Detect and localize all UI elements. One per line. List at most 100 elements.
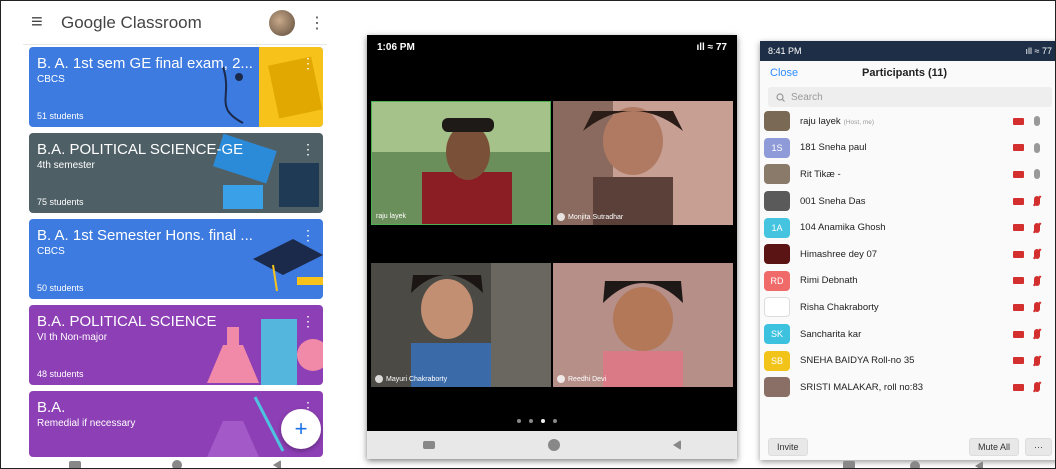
participant-video: [371, 263, 551, 387]
participant-name-cell: Rimi Debnath: [800, 275, 1013, 286]
participants-title: Participants (11): [862, 67, 947, 79]
participant-row[interactable]: 001 Sneha Das: [760, 188, 1055, 215]
card-more-icon[interactable]: ⋮: [301, 227, 315, 244]
class-card[interactable]: B.A. Remedial if necessary ⋮: [29, 391, 323, 457]
page-dot[interactable]: [517, 419, 521, 423]
account-avatar[interactable]: [269, 9, 295, 36]
video-off-icon: [1013, 144, 1024, 152]
video-tile[interactable]: Mayuri Chakraborty: [371, 263, 551, 387]
status-indicators: ıll ≈ 77: [1025, 46, 1052, 56]
participant-row[interactable]: SRISTI MALAKAR, roll no:83: [760, 374, 1055, 401]
page-dot[interactable]: [529, 419, 533, 423]
video-off-icon: [1013, 357, 1024, 365]
home-icon[interactable]: [547, 439, 560, 451]
recent-apps-icon[interactable]: [423, 441, 436, 449]
close-button[interactable]: Close: [770, 67, 862, 79]
video-tile[interactable]: Monjita Sutradhar: [553, 101, 733, 225]
mic-muted-icon: [1034, 329, 1040, 340]
class-card[interactable]: B. A. 1st sem GE final exam, 2... CBCS 5…: [29, 47, 323, 127]
class-title: B. A. 1st Semester Hons. final ...: [37, 227, 253, 244]
participant-name: Himashree dey 07: [800, 248, 878, 260]
participant-avatar: RD: [764, 270, 790, 291]
participant-row[interactable]: RD Rimi Debnath: [760, 268, 1055, 295]
mic-muted-icon: [1034, 222, 1040, 233]
video-off-icon: [1013, 250, 1024, 258]
page-dot[interactable]: [553, 419, 557, 423]
app-title: Google Classroom: [61, 12, 202, 32]
recent-apps-icon[interactable]: [68, 460, 81, 468]
classroom-app-bar: ≡ Google Classroom ⋮: [23, 1, 327, 45]
mic-muted-icon: [1034, 382, 1040, 393]
android-nav-bar: [843, 461, 983, 468]
search-input[interactable]: Search: [768, 87, 1052, 107]
page-dot-active[interactable]: [541, 419, 545, 423]
video-tile[interactable]: raju layek: [371, 101, 551, 225]
more-options-icon[interactable]: ⋮: [309, 13, 325, 33]
participant-status-icons: [1013, 302, 1055, 313]
class-card[interactable]: B.A. POLITICAL SCIENCE VI th Non-major 4…: [29, 305, 323, 385]
card-more-icon[interactable]: ⋮: [301, 141, 315, 158]
participant-row[interactable]: 1A 104 Anamika Ghosh: [760, 214, 1055, 241]
participant-row[interactable]: Rit Tikæ -: [760, 161, 1055, 188]
video-off-icon: [1013, 197, 1024, 205]
mic-icon: [1034, 142, 1040, 153]
status-indicators: ıll ≈ 77: [696, 41, 727, 53]
class-title: B.A.: [37, 399, 66, 416]
participant-row[interactable]: SB SNEHA BAIDYA Roll-no 35: [760, 347, 1055, 374]
participant-name-cell: 104 Anamika Ghosh: [800, 222, 1013, 233]
class-section: CBCS: [37, 74, 65, 85]
android-nav-bar: [367, 431, 737, 459]
participant-row[interactable]: Risha Chakraborty: [760, 294, 1055, 321]
participant-row[interactable]: raju layek (Host, me): [760, 108, 1055, 135]
participants-footer: Invite Mute All ···: [760, 434, 1055, 460]
home-icon[interactable]: [910, 461, 920, 468]
participant-row[interactable]: 1S 181 Sneha paul: [760, 135, 1055, 162]
status-time: 8:41 PM: [768, 46, 802, 56]
participant-name: 181 Sneha paul: [800, 142, 867, 154]
back-icon[interactable]: [273, 459, 282, 468]
mic-muted-icon: [1034, 196, 1040, 207]
hamburger-menu-icon[interactable]: ≡: [31, 11, 61, 34]
class-student-count: 75 students: [37, 197, 84, 207]
recent-apps-icon[interactable]: [843, 461, 855, 468]
mute-all-button[interactable]: Mute All: [968, 438, 1019, 456]
participant-name-label: Mayuri Chakraborty: [375, 375, 447, 383]
participants-list: raju layek (Host, me) 1S 181 Sneha paul Rit …: [760, 108, 1055, 401]
class-title: B.A. POLITICAL SCIENCE: [37, 313, 217, 330]
participant-row[interactable]: SK Sancharita kar: [760, 321, 1055, 348]
card-more-icon[interactable]: ⋮: [301, 313, 315, 330]
back-icon[interactable]: [975, 461, 983, 468]
status-time: 1:06 PM: [377, 41, 415, 53]
participant-status-icons: [1013, 169, 1055, 180]
mic-muted-icon: [1034, 355, 1040, 366]
class-section: Remedial if necessary: [37, 418, 136, 429]
participant-avatar: [764, 191, 790, 212]
video-off-icon: [1013, 277, 1024, 285]
class-card[interactable]: B.A. POLITICAL SCIENCE-GE 4th semester 7…: [29, 133, 323, 213]
card-more-icon[interactable]: ⋮: [301, 55, 315, 72]
more-button[interactable]: ···: [1025, 438, 1052, 456]
participant-row[interactable]: Himashree dey 07: [760, 241, 1055, 268]
mic-icon: [1034, 116, 1040, 127]
participant-avatar: SB: [764, 350, 790, 371]
video-tile[interactable]: Reedhi Devi: [553, 263, 733, 387]
participant-name: Sancharita kar: [800, 328, 862, 340]
participant-name-cell: 181 Sneha paul: [800, 142, 1013, 153]
participant-name: Risha Chakraborty: [800, 301, 879, 313]
mic-icon: [557, 213, 565, 221]
search-placeholder: Search: [791, 91, 823, 103]
invite-button[interactable]: Invite: [768, 438, 808, 456]
participant-status-icons: [1013, 382, 1055, 393]
participant-name: 001 Sneha Das: [800, 195, 866, 207]
create-join-class-button[interactable]: +: [281, 409, 321, 449]
home-icon[interactable]: [171, 459, 182, 468]
class-card[interactable]: B. A. 1st Semester Hons. final ... CBCS …: [29, 219, 323, 299]
google-classroom-panel: ≡ Google Classroom ⋮ B. A. 1st sem GE fi…: [23, 1, 327, 468]
participant-name-cell: Risha Chakraborty: [800, 302, 1013, 313]
class-section: VI th Non-major: [37, 332, 108, 343]
back-icon[interactable]: [672, 440, 681, 450]
participant-avatar: [764, 377, 790, 398]
participant-avatar: [764, 164, 790, 185]
participant-name: Monjita Sutradhar: [568, 213, 624, 221]
phone-status-bar: 8:41 PM ıll ≈ 77: [760, 41, 1055, 61]
